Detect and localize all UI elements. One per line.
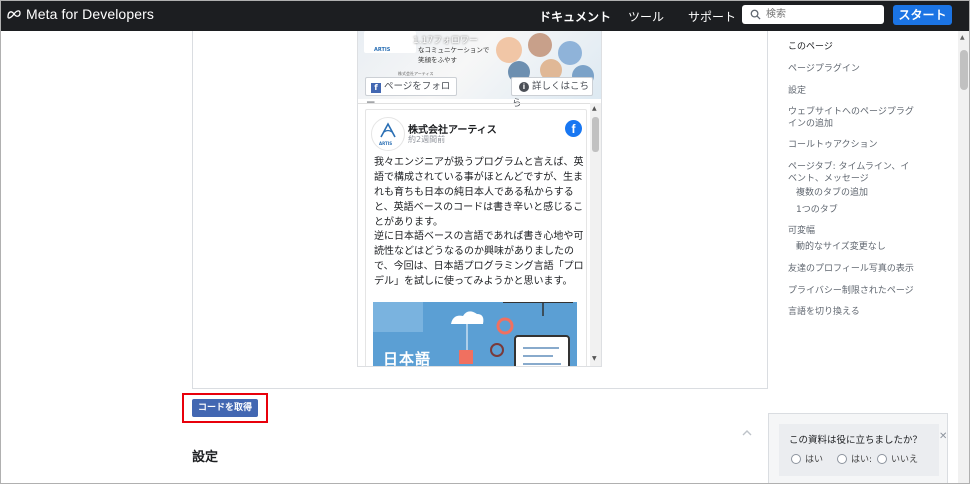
start-button[interactable]: スタート xyxy=(893,5,952,25)
nav-support-link[interactable]: サポート xyxy=(688,8,736,25)
feedback-option-yes-2[interactable]: はい: xyxy=(837,452,872,465)
nav-docs-link[interactable]: ドキュメント xyxy=(539,8,611,25)
search-input[interactable] xyxy=(766,6,876,22)
feed-scrollbar-thumb[interactable] xyxy=(592,117,599,152)
page-scrollbar-thumb[interactable] xyxy=(960,50,968,90)
post-image[interactable]: 日本語 xyxy=(373,302,577,367)
post-image-title: 日本語 xyxy=(383,350,432,367)
brand-text: Meta for Developers xyxy=(26,6,154,22)
feedback-question: この資料は役に立ちましたか？ xyxy=(789,435,923,446)
feedback-option-yes[interactable]: はい xyxy=(791,452,823,465)
feedback-widget: この資料は役に立ちましたか？ ✕ はい はい: いいえ xyxy=(768,413,948,484)
top-navigation: Meta for Developers ドキュメント ツール サポート スタート xyxy=(0,0,970,31)
brand[interactable]: Meta for Developers xyxy=(6,6,154,22)
search-box[interactable] xyxy=(742,5,884,24)
toc-item-single-tab[interactable]: 1つのタブ xyxy=(796,204,936,216)
nav-tools-link[interactable]: ツール xyxy=(628,8,664,25)
toc-item-this-page[interactable]: このページ xyxy=(788,41,928,53)
feedback-panel: この資料は役に立ちましたか？ ✕ はい はい: いいえ xyxy=(779,424,947,476)
cover-caption: なコミュニケーションで 笑顔をふやす xyxy=(418,46,490,64)
section-title: 設定 xyxy=(192,450,219,465)
cover-logo-text: ARTIS xyxy=(374,47,391,53)
facebook-icon: f xyxy=(371,83,381,93)
facebook-icon[interactable]: f xyxy=(565,120,582,137)
radio-icon xyxy=(837,453,847,464)
timeline-post: ARTIS 株式会社アーティス 約2週間前 f 我々エンジニアが扱うプログラムと… xyxy=(365,109,587,367)
page-plugin-embed: ARTIS 1.17フォロワー なコミュニケーションで 笑顔をふやす 株式会社アー… xyxy=(357,31,602,367)
page-cover-image[interactable]: ARTIS 1.17フォロワー なコミュニケーションで 笑顔をふやす 株式会社アー… xyxy=(358,31,601,109)
radio-icon xyxy=(791,453,801,464)
info-icon: i xyxy=(519,82,529,92)
get-code-button[interactable]: コードを取得 xyxy=(192,399,258,417)
toc-item-settings[interactable]: 設定 xyxy=(788,85,928,97)
toc-item-switch-language[interactable]: 言語を切り換える xyxy=(788,306,928,318)
post-text-paragraph: 我々エンジニアが扱うプログラムと言えば、英語で構成されている事がほとんどですが、… xyxy=(374,157,584,228)
post-timestamp[interactable]: 約2週間前 xyxy=(408,134,445,145)
toc-item-page-plugin[interactable]: ページプラグイン xyxy=(788,63,928,75)
toc-item-adaptive-width[interactable]: 可変幅 xyxy=(788,225,928,237)
close-icon[interactable]: ✕ xyxy=(939,431,947,442)
learn-more-button[interactable]: i 詳しくはこちら xyxy=(511,77,593,109)
toc-item-call-to-action[interactable]: コールトゥアクション xyxy=(788,139,928,151)
avatar-text: ARTIS xyxy=(379,141,393,146)
toc-item-multiple-tabs[interactable]: 複数のタブの追加 xyxy=(796,187,936,199)
artis-logo-icon xyxy=(380,122,396,138)
feedback-option-no[interactable]: いいえ xyxy=(877,452,918,465)
toc-item-add-plugin[interactable]: ウェブサイトへのページプラグインの追加 xyxy=(788,106,916,130)
scroll-down-arrow-icon[interactable]: ▼ xyxy=(592,355,597,362)
scroll-up-arrow-icon[interactable]: ▲ xyxy=(592,105,597,112)
page-scrollbar[interactable] xyxy=(958,31,970,484)
toc-item-no-dynamic-resize[interactable]: 動的なサイズ変更なし xyxy=(796,241,936,253)
toc-item-restricted-pages[interactable]: プライバシー制限されたページ xyxy=(788,285,928,297)
page-scroll-up-arrow-icon[interactable]: ▲ xyxy=(960,34,965,41)
toc-item-page-tabs[interactable]: ページタブ: タイムライン、イベント、メッセージ xyxy=(788,161,918,185)
timeline-feed[interactable]: ARTIS 株式会社アーティス 約2週間前 f 我々エンジニアが扱うプログラムと… xyxy=(358,103,601,367)
page-avatar[interactable]: ARTIS xyxy=(371,117,405,151)
meta-logo-icon xyxy=(7,10,21,19)
toc-item-friend-photos[interactable]: 友達のプロフィール写真の表示 xyxy=(788,263,928,275)
post-text-paragraph: 逆に日本語ベースの言語であれば書き心地や可読性などはどうなるのか興味がありました… xyxy=(374,231,584,287)
follow-page-button[interactable]: f ページをフォロー xyxy=(365,77,457,109)
radio-icon xyxy=(877,453,887,464)
search-icon xyxy=(750,9,761,20)
chevron-up-icon[interactable] xyxy=(742,428,752,438)
